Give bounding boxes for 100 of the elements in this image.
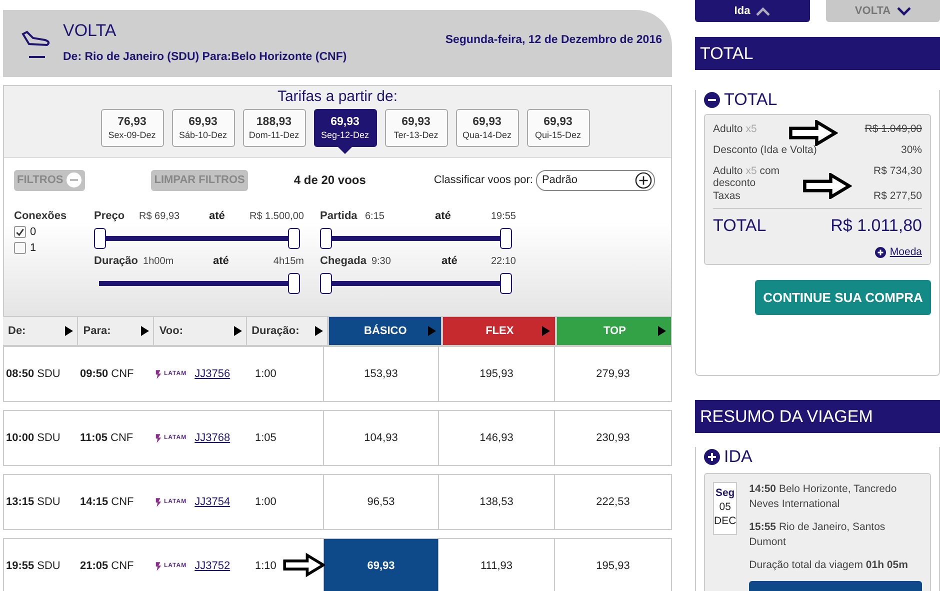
connections-label: Conexões: [14, 210, 68, 222]
triangle-icon: [315, 326, 324, 336]
sort-label: Classificar voos por:: [434, 174, 533, 186]
date-text: Segunda-feira, 12 de Dezembro de 2016: [445, 34, 662, 46]
slider-handle[interactable]: [500, 228, 512, 249]
triangle-icon: [141, 326, 150, 336]
total-value: R$ 1.011,80: [830, 216, 922, 236]
airline-logo-icon: [155, 432, 162, 444]
fare-cell[interactable]: 195,93: [438, 347, 554, 401]
currency-link[interactable]: Moeda: [890, 246, 922, 258]
date-tab[interactable]: 188,93 Dom-11-Dez: [242, 109, 306, 147]
column-header[interactable]: Voo:: [154, 317, 247, 345]
price-line-label: Taxas: [713, 190, 740, 202]
arrival-cell-text: 11:05 CNF: [79, 431, 134, 446]
chevron-up-icon: [756, 6, 770, 16]
range-slider-track[interactable]: [320, 228, 512, 249]
column-header[interactable]: Para:: [78, 317, 154, 345]
column-header[interactable]: BÁSICO: [328, 317, 442, 345]
total-label: TOTAL: [713, 216, 766, 236]
price-line-value: R$ 1.049,00: [864, 123, 922, 135]
fare-cell[interactable]: 146,93: [438, 411, 554, 465]
range-separator: até: [435, 210, 452, 222]
flight-number-link[interactable]: JJ3768: [194, 432, 230, 444]
fare-cell[interactable]: 138,53: [438, 475, 554, 529]
fare-cell[interactable]: 111,93: [438, 539, 554, 591]
slider-handle[interactable]: [320, 273, 332, 294]
checkbox-label: 1: [30, 242, 36, 254]
add-icon[interactable]: [874, 246, 886, 258]
column-header[interactable]: FLEX: [442, 317, 556, 345]
departure-cell-text: 10:00 SDU: [5, 431, 62, 446]
price-line-value: R$ 277,50: [874, 190, 922, 202]
date-tab[interactable]: 69,93 Sáb-10-Dez: [172, 109, 234, 147]
range-min-text: R$ 69,93: [138, 211, 181, 222]
duration-cell: 1:05: [255, 432, 276, 444]
departure-cell-text: 08:50 SDU: [5, 367, 62, 382]
checkbox[interactable]: [14, 242, 26, 254]
fare-cell[interactable]: 195,93: [554, 539, 671, 591]
fares-title: Tarifas a partir de:: [276, 88, 399, 105]
slider-label: Partida: [320, 210, 358, 222]
duration-cell: 1:00: [255, 496, 276, 508]
arrow-icon: [283, 552, 325, 578]
triangle-icon: [234, 326, 242, 336]
date-tab[interactable]: 69,93 Qui-15-Dez: [526, 109, 590, 147]
date-tab[interactable]: 76,93 Sex-09-Dez: [100, 109, 164, 147]
fare-cell[interactable]: 69,93: [323, 539, 438, 591]
triangle-icon: [428, 326, 436, 336]
date-badge: Seg 05 DEC: [713, 482, 738, 535]
triangle-icon: [658, 326, 666, 336]
range-slider-track[interactable]: [320, 273, 512, 294]
flight-number-link[interactable]: JJ3754: [194, 496, 230, 508]
price-line-label: Desconto (Ida e Volta): [713, 144, 817, 156]
arrow-icon: [802, 173, 852, 199]
flight-number-link[interactable]: JJ3752: [194, 560, 230, 572]
range-min-text: 9:30: [370, 256, 392, 267]
range-separator: até: [213, 255, 230, 267]
date-tab[interactable]: 69,93 Qua-14-Dez: [456, 109, 518, 147]
arrival-cell-text: 14:15 CNF: [79, 495, 135, 510]
panel-header: RESUMO DA VIAGEM: [695, 400, 940, 433]
section-title: VOLTA: [63, 21, 118, 41]
departure-cell-text: 19:55 SDU: [5, 559, 62, 574]
slider-handle[interactable]: [288, 273, 300, 294]
expand-icon[interactable]: [704, 449, 720, 465]
plus-icon: [634, 172, 652, 188]
route-text: De: Rio de Janeiro (SDU) Para:Belo Horizonte (CNF): [63, 51, 348, 63]
checkbox-label: 0: [30, 226, 36, 238]
fare-cell[interactable]: 96,53: [323, 475, 438, 529]
fare-cell[interactable]: 222,53: [554, 475, 671, 529]
column-header[interactable]: De:: [3, 317, 78, 345]
airline-logo-icon: [155, 368, 162, 380]
price-line-label: Adulto x5 com desconto: [713, 165, 781, 189]
date-tab[interactable]: 69,93 Ter-13-Dez: [384, 109, 448, 147]
fare-cell[interactable]: 279,93: [554, 347, 671, 401]
duration-cell: 1:00: [255, 368, 276, 380]
slider-label: Duração: [94, 255, 138, 267]
range-slider-track[interactable]: [94, 228, 300, 249]
departure-cell-text: 13:15 SDU: [5, 495, 62, 510]
slider-handle[interactable]: [500, 273, 512, 294]
slider-handle[interactable]: [288, 228, 300, 249]
collapse-icon[interactable]: [704, 92, 720, 108]
slider-handle[interactable]: [94, 228, 106, 249]
range-separator: até: [209, 210, 226, 222]
flight-count: 4 de 20 voos: [294, 173, 366, 187]
leg-tab[interactable]: Ida: [695, 0, 810, 22]
fare-cell[interactable]: 230,93: [554, 411, 671, 465]
slider-label: Preço: [94, 210, 126, 222]
airline-logo-icon: [155, 496, 162, 508]
flight-segment-text: 15:55 Rio de Janeiro, Santos Dumont: [749, 520, 886, 550]
column-header[interactable]: Duração:: [246, 317, 328, 345]
minus-icon: [66, 172, 82, 188]
slider-handle[interactable]: [320, 228, 332, 249]
fare-cell[interactable]: 153,93: [323, 347, 438, 401]
arrow-icon: [788, 120, 838, 146]
continue-button[interactable]: CONTINUE SUA COMPRA: [755, 280, 931, 315]
flight-number-link[interactable]: JJ3756: [194, 368, 230, 380]
range-max-text: R$ 1.500,00: [248, 211, 304, 222]
range-separator: até: [441, 255, 458, 267]
checkbox[interactable]: [14, 226, 26, 238]
slider-label: Chegada: [320, 255, 366, 267]
sort-dropdown[interactable]: Padrão: [536, 170, 655, 190]
fare-cell[interactable]: 104,93: [323, 411, 438, 465]
